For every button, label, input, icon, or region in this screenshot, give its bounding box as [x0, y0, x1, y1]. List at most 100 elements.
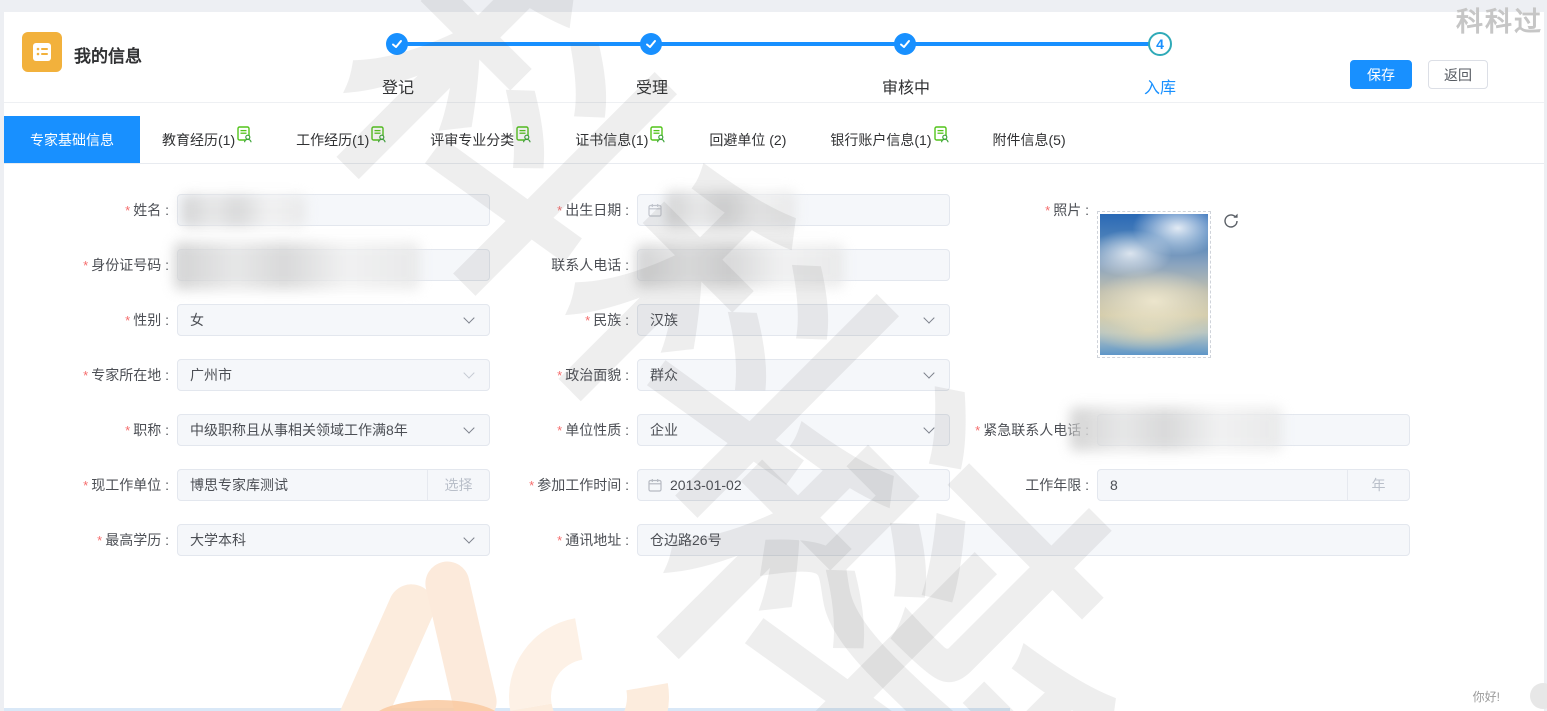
label-education: *最高学历 : [24, 524, 169, 556]
required-asterisk: * [557, 368, 562, 383]
chevron-down-icon [923, 312, 934, 323]
tab-6[interactable]: 银行账户信息(1) [808, 116, 970, 163]
step-number-badge: 4 [1148, 32, 1172, 56]
required-asterisk: * [557, 533, 562, 548]
progress-stepper: 登记受理审核中4入库 [386, 32, 1172, 96]
birth-date-input[interactable] [637, 194, 950, 226]
tab-label: 附件信息(5) [993, 130, 1066, 150]
my-info-icon [22, 32, 62, 72]
label-location: *专家所在地 : [24, 359, 169, 391]
chevron-down-icon [463, 422, 474, 433]
required-asterisk: * [125, 423, 130, 438]
required-asterisk: * [557, 423, 562, 438]
label-work-unit: *现工作单位 : [24, 469, 169, 501]
required-asterisk: * [83, 258, 88, 273]
stepper-step-1: 登记 [386, 32, 410, 56]
label-work-start: *参加工作时间 : [484, 469, 629, 501]
doc-person-icon [371, 126, 386, 143]
redacted-name [182, 195, 306, 227]
calendar-icon [648, 478, 662, 492]
required-asterisk: * [97, 533, 102, 548]
tab-4[interactable]: 证书信息(1) [553, 116, 687, 163]
stepper-step-label: 受理 [612, 74, 692, 98]
stepper-line [396, 42, 1160, 46]
tab-label: 银行账户信息(1) [830, 130, 931, 150]
stepper-step-label: 登记 [358, 74, 438, 98]
label-birth-date: *出生日期 : [484, 194, 629, 226]
title-select[interactable]: 中级职称且从事相关领域工作满8年 [177, 414, 490, 446]
tab-3[interactable]: 评审专业分类 [408, 116, 553, 163]
label-address: *通讯地址 : [484, 524, 629, 556]
unit-nature-select[interactable]: 企业 [637, 414, 950, 446]
location-select: 广州市 [177, 359, 490, 391]
page-container: 我的信息 登记受理审核中4入库 保存 返回 专家基础信息教育经历(1)工作经历(… [4, 12, 1544, 711]
label-contact-phone: 联系人电话 : [484, 249, 629, 281]
required-asterisk: * [125, 313, 130, 328]
photo-sky-image [1100, 214, 1208, 355]
address-input[interactable]: 仓边路26号 [637, 524, 1410, 556]
label-ethnicity: *民族 : [484, 304, 629, 336]
required-asterisk: * [529, 478, 534, 493]
required-asterisk: * [1045, 203, 1050, 218]
photo-preview[interactable] [1097, 211, 1211, 358]
chevron-down-icon [923, 422, 934, 433]
tab-bar: 专家基础信息 教育经历(1) 工作经历(1) 评审专业分类 证书信息(1) 回避单位 (2… [4, 104, 1544, 164]
required-asterisk: * [585, 313, 590, 328]
tab-2[interactable]: 工作经历(1) [274, 116, 408, 163]
ethnicity-select[interactable]: 汉族 [637, 304, 950, 336]
check-icon [894, 33, 916, 55]
tab-7[interactable]: 附件信息(5) [971, 116, 1088, 163]
label-id-number: *身份证号码 : [24, 249, 169, 281]
work-unit-input[interactable]: 博思专家库测试 选择 [177, 469, 490, 501]
required-asterisk: * [83, 478, 88, 493]
label-title: *职称 : [24, 414, 169, 446]
required-asterisk: * [83, 368, 88, 383]
tab-label: 工作经历(1) [296, 130, 369, 150]
required-asterisk: * [557, 203, 562, 218]
stepper-step-2: 受理 [640, 32, 664, 56]
label-name: *姓名 : [24, 194, 169, 226]
name-input[interactable] [177, 194, 490, 226]
tab-5[interactable]: 回避单位 (2) [687, 116, 808, 163]
label-photo: *照片 : [944, 194, 1089, 226]
redacted-emergency-phone [1070, 407, 1282, 451]
redacted-birth-date [666, 191, 796, 227]
label-gender: *性别 : [24, 304, 169, 336]
gender-select[interactable]: 女 [177, 304, 490, 336]
choose-button[interactable]: 选择 [427, 470, 489, 500]
greeting-text: 你好! [1473, 688, 1500, 705]
chevron-down-icon [463, 367, 474, 378]
tab-label: 评审专业分类 [430, 130, 514, 150]
required-asterisk: * [975, 423, 980, 438]
stepper-step-label: 审核中 [866, 74, 946, 98]
check-icon [386, 33, 408, 55]
doc-person-icon [934, 126, 949, 143]
emergency-phone-input[interactable] [1097, 414, 1410, 446]
work-start-date-input[interactable]: 2013-01-02 [637, 469, 950, 501]
stepper-step-label: 入库 [1120, 74, 1200, 98]
tab-expert-basic-info[interactable]: 专家基础信息 [4, 116, 140, 163]
work-years-input[interactable]: 8 年 [1097, 469, 1410, 501]
tab-label: 专家基础信息 [30, 130, 114, 150]
list-icon [30, 40, 54, 64]
save-button[interactable]: 保存 [1350, 60, 1412, 89]
chevron-down-icon [463, 312, 474, 323]
back-button[interactable]: 返回 [1428, 60, 1488, 89]
doc-person-icon [650, 126, 665, 143]
tab-1[interactable]: 教育经历(1) [140, 116, 274, 163]
stepper-step-4: 4入库 [1148, 32, 1172, 56]
doc-person-icon [237, 126, 252, 143]
calendar-icon [648, 203, 662, 217]
years-unit-suffix: 年 [1347, 470, 1409, 500]
id-number-input[interactable] [177, 249, 490, 281]
redacted-id-number [174, 242, 420, 290]
label-political-status: *政治面貌 : [484, 359, 629, 391]
education-select[interactable]: 大学本科 [177, 524, 490, 556]
tab-label: 教育经历(1) [162, 130, 235, 150]
doc-person-icon [516, 126, 531, 143]
check-icon [640, 33, 662, 55]
contact-phone-input[interactable] [637, 249, 950, 281]
tab-label: 回避单位 (2) [709, 130, 786, 150]
refresh-icon[interactable] [1222, 212, 1240, 230]
political-status-select[interactable]: 群众 [637, 359, 950, 391]
